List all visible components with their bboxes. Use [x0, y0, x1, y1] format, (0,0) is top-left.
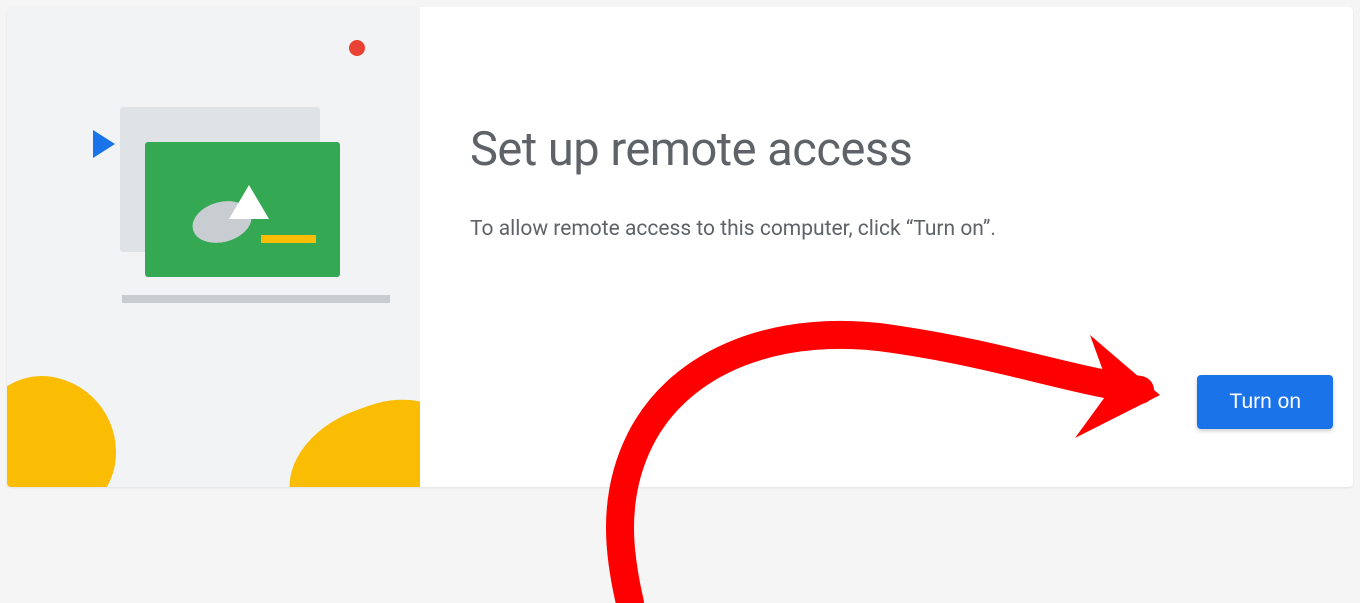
page-title: Set up remote access [470, 122, 1283, 177]
yellow-blob-decoration [7, 366, 128, 487]
white-triangle-decoration [229, 185, 269, 219]
red-dot-decoration [349, 40, 365, 56]
monitor-stand-decoration [122, 295, 390, 303]
play-icon [93, 130, 115, 158]
illustration-panel [7, 7, 420, 487]
description-text: To allow remote access to this computer,… [470, 217, 1283, 241]
yellow-blob-decoration [270, 380, 420, 487]
turn-on-button[interactable]: Turn on [1197, 375, 1333, 429]
content-panel: Set up remote access To allow remote acc… [420, 7, 1353, 487]
yellow-line-decoration [261, 235, 316, 243]
setup-card: Set up remote access To allow remote acc… [7, 7, 1353, 487]
